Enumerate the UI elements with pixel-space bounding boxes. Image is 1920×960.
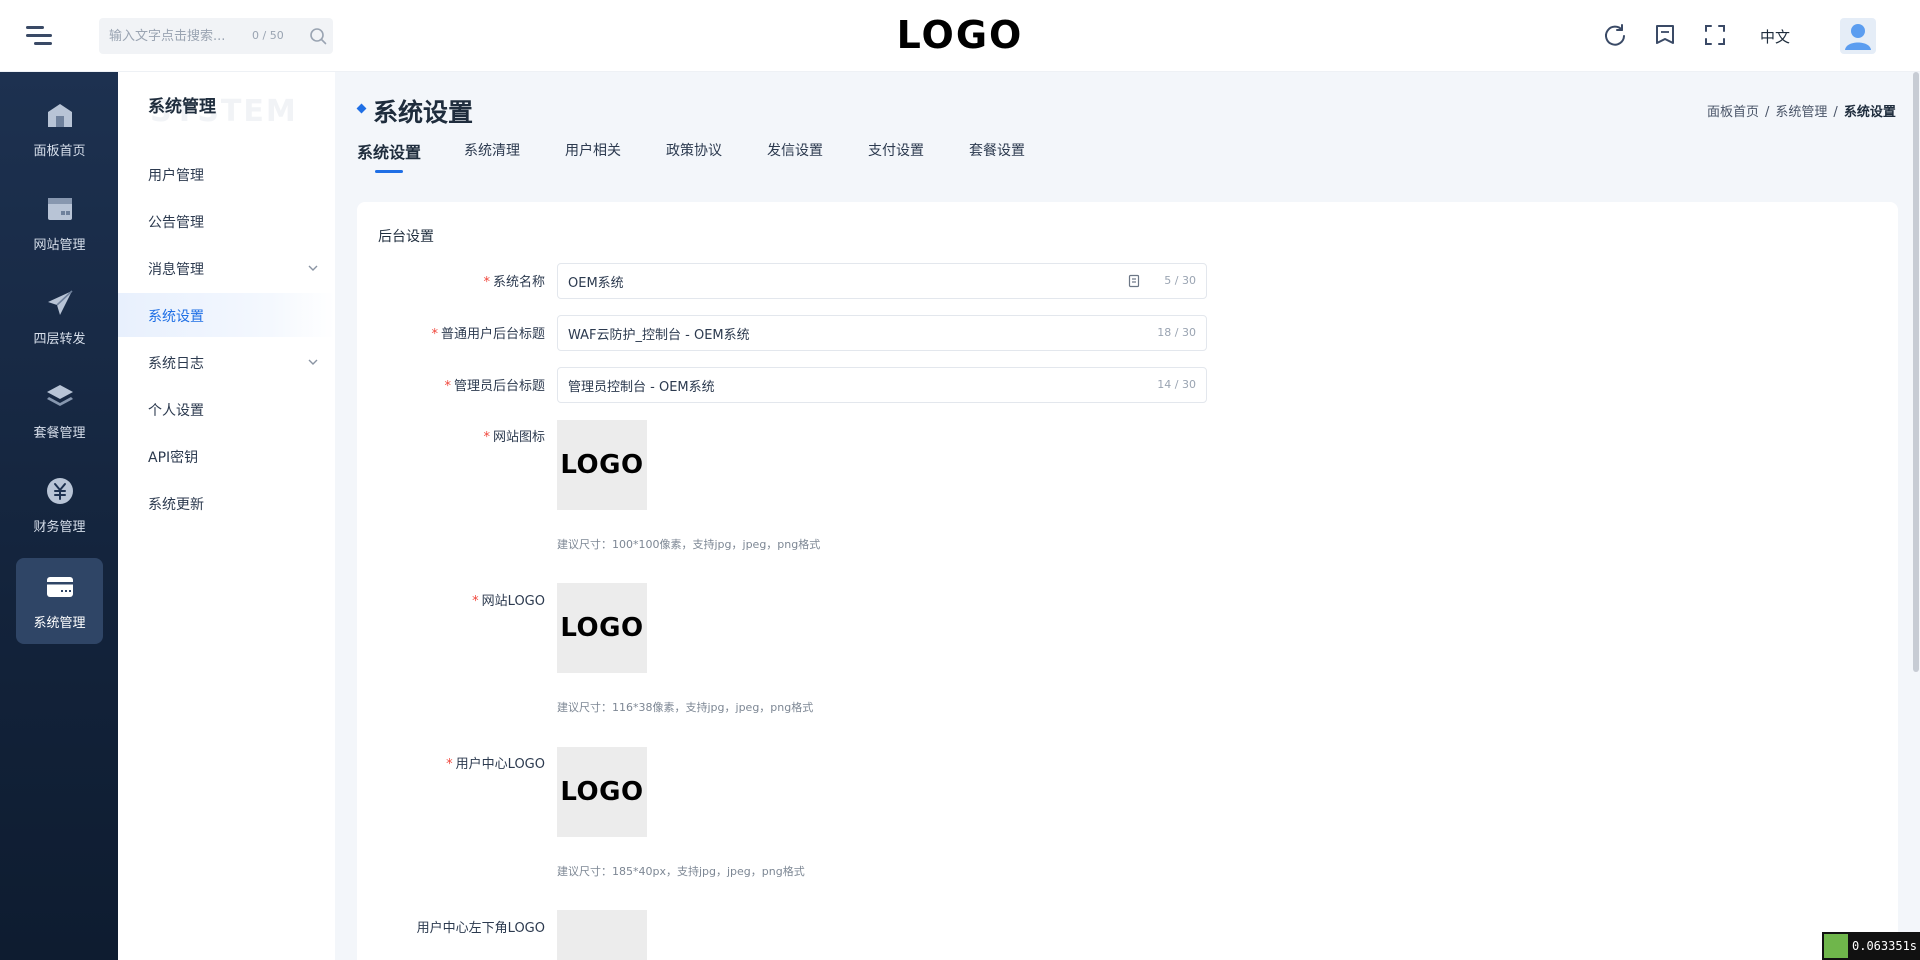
refresh-icon[interactable] [1602,22,1628,48]
subnav-title: 系统管理 [148,97,216,117]
field-label-system-name: * 系统名称 [483,275,545,290]
field-label-admin-title: * 管理员后台标题 [444,379,545,394]
settings-card: 后台设置 *系统名称 5 / 30 *普通用户后台标题 18 / 30 *管理员… [357,202,1898,960]
fullscreen-icon[interactable] [1702,22,1728,48]
admin-title-field: 14 / 30 [557,367,1207,403]
yuan-icon [47,478,73,504]
field-label-user-corner-logo: 用户中心左下角LOGO [416,921,545,936]
tab-system-cleanup[interactable]: 系统清理 [464,140,520,160]
subnav-item-personal[interactable]: 个人设置 [118,387,335,431]
leaf-icon [1824,934,1848,958]
subnav-item-system-logs[interactable]: 系统日志 [118,340,335,384]
field-label-site-logo: * 网站LOGO [472,594,545,609]
admin-title-input[interactable] [568,368,1088,402]
field-label-user-logo: * 用户中心LOGO [446,757,545,772]
primary-sidebar: 面板首页 网站管理 四层转发 套餐管理 财务管理 系统管理 [0,72,118,960]
tab-payment-settings[interactable]: 支付设置 [868,140,924,160]
brand-logo[interactable]: LOGO [880,12,1040,58]
load-timer-badge: 0.063351s [1822,932,1920,960]
field-label-favicon: * 网站图标 [483,430,545,445]
rail-item-system[interactable]: 系统管理 [16,558,103,644]
rail-item-finance[interactable]: 财务管理 [16,462,103,548]
tab-user-related[interactable]: 用户相关 [565,140,621,160]
secondary-sidebar: SYSTEM 系统管理 用户管理 公告管理 消息管理 系统设置 系统日志 个人设… [118,72,335,960]
subnav-item-users[interactable]: 用户管理 [118,152,335,196]
char-count: 14 / 30 [1157,378,1196,391]
menu-toggle-icon[interactable] [26,24,52,48]
breadcrumb: 面板首页 / 系统管理 / 系统设置 [1707,105,1896,120]
field-hint: 建议尺寸：116*38像素，支持jpg，jpeg，png格式 [557,701,814,714]
page-scrollbar[interactable] [1912,72,1920,672]
breadcrumb-item[interactable]: 面板首页 [1707,105,1759,120]
active-tab-indicator [375,170,403,173]
field-hint: 建议尺寸：100*100像素，支持jpg，jpeg，png格式 [557,538,821,551]
subnav-item-announcements[interactable]: 公告管理 [118,199,335,243]
title-diamond-icon [356,103,367,114]
dashboard-icon [48,104,72,127]
favicon-preview: LOGO [560,450,644,480]
user-corner-logo-upload[interactable] [557,910,647,960]
chevron-down-icon [308,265,318,271]
user-logo-upload[interactable]: LOGO [557,747,647,837]
user-avatar-icon [1845,24,1871,50]
rail-item-website[interactable]: 网站管理 [16,180,103,266]
language-switch[interactable]: 中文 [1760,26,1790,47]
search-icon[interactable] [309,27,327,45]
system-icon [47,577,73,597]
tab-package-settings[interactable]: 套餐设置 [969,140,1025,160]
send-icon [48,290,73,315]
chevron-down-icon [308,359,318,365]
user-avatar[interactable] [1840,18,1876,54]
tab-policy[interactable]: 政策协议 [666,140,722,160]
search-char-count: 0 / 50 [252,29,284,42]
search-box: 0 / 50 [99,18,333,54]
char-count: 18 / 30 [1157,326,1196,339]
page-title: 系统设置 [373,98,474,127]
breadcrumb-current: 系统设置 [1843,105,1896,120]
field-hint: 建议尺寸：185*40px，支持jpg，jpeg，png格式 [557,865,805,878]
top-header: 0 / 50 LOGO 中文 [0,0,1920,72]
subnav-item-system-settings[interactable]: 系统设置 [118,293,335,337]
system-name-input[interactable] [568,264,1088,298]
user-title-field: 18 / 30 [557,315,1207,351]
favicon-upload[interactable]: LOGO [557,420,647,510]
subnav-item-system-update[interactable]: 系统更新 [118,481,335,525]
clipboard-icon[interactable] [1127,274,1141,288]
section-title: 后台设置 [378,229,434,245]
breadcrumb-item[interactable]: 系统管理 [1775,105,1827,120]
rail-item-packages[interactable]: 套餐管理 [16,368,103,454]
system-name-field: 5 / 30 [557,263,1207,299]
website-icon [48,198,72,220]
layers-icon [47,385,73,406]
site-logo-preview: LOGO [560,613,644,643]
site-logo-upload[interactable]: LOGO [557,583,647,673]
char-count: 5 / 30 [1164,274,1196,287]
subnav-item-messages[interactable]: 消息管理 [118,246,335,290]
subnav-item-api-keys[interactable]: API密钥 [118,434,335,478]
user-logo-preview: LOGO [560,777,644,807]
field-label-user-title: * 普通用户后台标题 [431,327,545,342]
user-title-input[interactable] [568,316,1088,350]
rail-item-forwarding[interactable]: 四层转发 [16,274,103,360]
bookmark-icon[interactable] [1652,22,1678,48]
scrollbar-thumb[interactable] [1913,72,1919,672]
tab-mail-settings[interactable]: 发信设置 [767,140,823,160]
tab-system-settings[interactable]: 系统设置 [357,139,421,163]
search-input[interactable] [109,18,249,54]
rail-item-dashboard[interactable]: 面板首页 [16,86,103,172]
